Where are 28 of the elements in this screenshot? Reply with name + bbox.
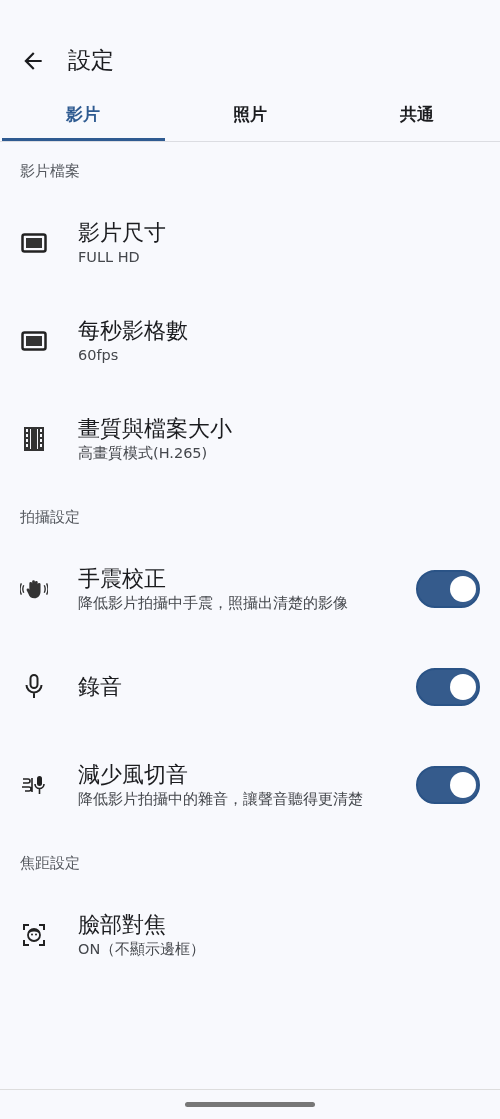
section-header: 拍攝設定 xyxy=(20,507,81,528)
setting-title: 減少風切音 xyxy=(78,761,188,790)
wind-microphone-icon xyxy=(20,775,48,795)
setting-description: 降低影片拍攝中手震，照攝出清楚的影像 xyxy=(78,593,349,613)
tab[interactable]: 共通 xyxy=(335,91,498,141)
setting-title: 影片尺寸 xyxy=(78,219,166,248)
section-header: 焦距設定 xyxy=(20,853,81,874)
page-title: 設定 xyxy=(68,46,114,76)
setting-description: ON（不顯示邊框） xyxy=(78,939,207,959)
screen-icon xyxy=(20,233,48,253)
setting-description: FULL HD xyxy=(78,247,141,267)
setting-title: 臉部對焦 xyxy=(78,911,166,940)
section-header: 影片檔案 xyxy=(20,161,81,182)
setting-title: 畫質與檔案大小 xyxy=(78,415,232,444)
setting-title: 每秒影格數 xyxy=(78,317,188,346)
setting-title: 手震校正 xyxy=(78,565,166,594)
face-focus-icon xyxy=(20,923,48,947)
setting-description: 降低影片拍攝中的雜音，讓聲音聽得更清楚 xyxy=(78,789,364,809)
hand-icon xyxy=(20,578,48,600)
screen-icon xyxy=(20,331,48,351)
toggle-switch[interactable] xyxy=(416,766,480,804)
toggle-switch[interactable] xyxy=(416,570,480,608)
toggle-switch[interactable] xyxy=(416,668,480,706)
tab[interactable]: 影片 xyxy=(2,91,165,141)
tab[interactable]: 照片 xyxy=(168,91,332,141)
setting-description: 60fps xyxy=(78,345,120,365)
setting-description: 高畫質模式(H.265) xyxy=(78,443,209,463)
setting-title: 錄音 xyxy=(78,672,122,701)
